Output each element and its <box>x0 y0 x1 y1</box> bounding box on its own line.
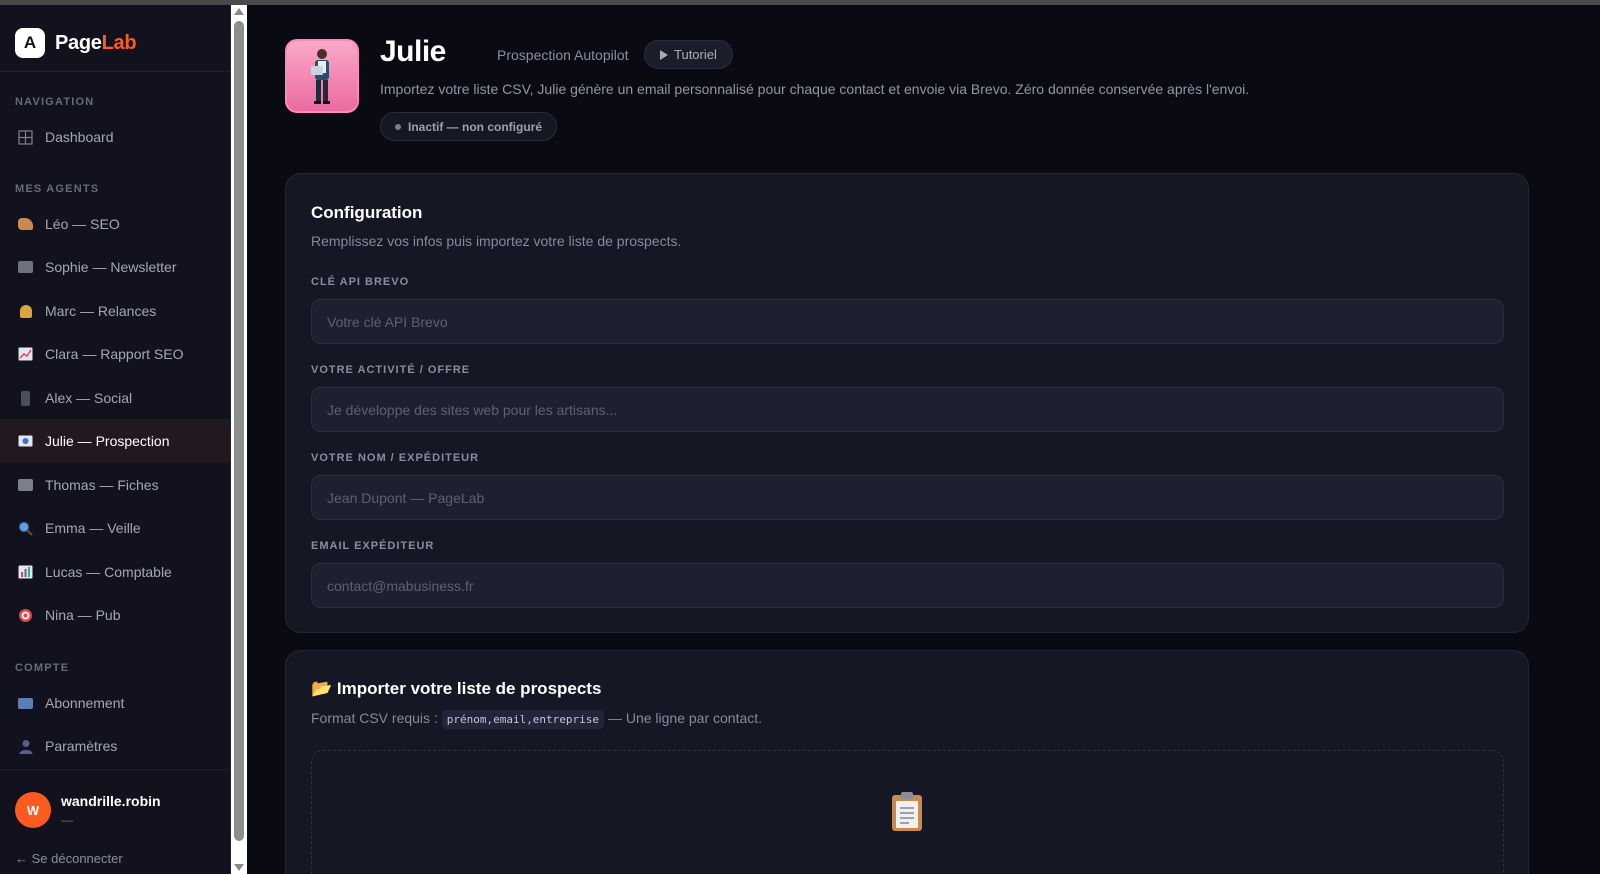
sidebar-item-label: Emma — Veille <box>45 520 141 536</box>
activity-label: VOTRE ACTIVITÉ / OFFRE <box>311 364 471 376</box>
scroll-thumb[interactable] <box>234 21 244 841</box>
writing-hand-icon <box>17 216 34 233</box>
agent-name: Julie <box>380 35 446 68</box>
main-content: Julie Prospection Autopilot Tutoriel Imp… <box>247 5 1600 874</box>
brand-logo[interactable]: A PageLab <box>15 27 137 59</box>
sidebar-item-label: Lucas — Comptable <box>45 564 172 580</box>
sidebar-item-marc[interactable]: Marc — Relances <box>0 289 230 333</box>
status-dot-icon <box>395 123 401 130</box>
activity-input[interactable] <box>311 387 1504 432</box>
csv-dropzone[interactable] <box>311 750 1504 874</box>
clipboard-icon <box>892 792 922 831</box>
sidebar-item-label: Sophie — Newsletter <box>45 259 177 275</box>
dart-target-icon <box>17 607 34 624</box>
sidebar-item-label: Nina — Pub <box>45 607 121 623</box>
bell-icon <box>17 303 34 320</box>
target-email-icon <box>17 433 34 450</box>
section-account: COMPTE <box>15 662 70 674</box>
sidebar-scrollbar[interactable] <box>231 5 247 874</box>
folder-icon: 📂 <box>311 679 333 698</box>
sidebar-item-label: Abonnement <box>45 695 125 711</box>
sidebar-item-label: Marc — Relances <box>45 303 157 319</box>
sidebar-item-lucas[interactable]: Lucas — Comptable <box>0 550 230 594</box>
brand-name: PageLab <box>55 31 137 54</box>
configuration-card: Configuration Remplissez vos infos puis … <box>285 173 1529 633</box>
sidebar-divider <box>0 71 230 72</box>
sender-name-label: VOTRE NOM / EXPÉDITEUR <box>311 452 480 464</box>
brevo-api-key-label: CLÉ API BREVO <box>311 276 410 288</box>
section-navigation: NAVIGATION <box>15 96 95 108</box>
tutorial-button[interactable]: Tutoriel <box>644 40 733 69</box>
grid-icon <box>17 129 34 146</box>
scroll-down-arrow-icon[interactable] <box>234 864 244 871</box>
configuration-subtitle: Remplissez vos infos puis importez votre… <box>311 233 682 249</box>
play-icon <box>660 49 668 60</box>
status-label: Inactif — non configuré <box>408 119 542 134</box>
logout-link[interactable]: ← Se déconnecter <box>15 851 123 866</box>
section-agents: MES AGENTS <box>15 183 100 195</box>
user-plan: — <box>61 813 73 827</box>
sidebar-item-label: Dashboard <box>45 129 114 145</box>
credit-card-icon <box>17 695 34 712</box>
sidebar-item-label: Paramètres <box>45 738 118 754</box>
sidebar-item-label: Alex — Social <box>45 390 133 406</box>
sidebar-item-dashboard[interactable]: Dashboard <box>0 115 230 159</box>
csv-format-code: prénom,email,entreprise <box>441 710 605 729</box>
agent-description: Importez votre liste CSV, Julie génère u… <box>380 81 1250 97</box>
sidebar-item-abonnement[interactable]: Abonnement <box>0 681 230 725</box>
sidebar: A PageLab NAVIGATION Dashboard MES AGENT… <box>0 5 231 874</box>
agent-avatar <box>285 39 359 113</box>
chart-up-icon <box>17 346 34 363</box>
sender-email-label: EMAIL EXPÉDITEUR <box>311 540 435 552</box>
sidebar-item-alex[interactable]: Alex — Social <box>0 376 230 420</box>
sidebar-item-label: Thomas — Fiches <box>45 477 159 493</box>
import-format-hint: Format CSV requis : prénom,email,entrepr… <box>311 710 762 729</box>
bar-chart-icon <box>17 564 34 581</box>
businesswoman-icon <box>311 49 330 104</box>
status-badge: Inactif — non configuré <box>380 112 557 141</box>
import-title: 📂 Importer votre liste de prospects <box>311 679 602 698</box>
sidebar-item-label: Julie — Prospection <box>45 433 170 449</box>
cards-icon <box>17 477 34 494</box>
sidebar-divider <box>0 769 230 770</box>
user-profile[interactable]: W wandrille.robin — <box>15 792 161 828</box>
sidebar-item-leo[interactable]: Léo — SEO <box>0 202 230 246</box>
sender-email-input[interactable] <box>311 563 1504 608</box>
sidebar-item-thomas[interactable]: Thomas — Fiches <box>0 463 230 507</box>
sidebar-item-label: Clara — Rapport SEO <box>45 346 184 362</box>
scroll-up-arrow-icon[interactable] <box>234 8 244 15</box>
sender-name-input[interactable] <box>311 475 1504 520</box>
configuration-title: Configuration <box>311 203 423 222</box>
tutorial-label: Tutoriel <box>674 47 717 62</box>
agent-role: Prospection Autopilot <box>497 47 629 63</box>
brevo-api-key-input[interactable] <box>311 299 1504 344</box>
sidebar-item-julie[interactable]: Julie — Prospection <box>0 419 230 463</box>
phone-icon <box>17 390 34 407</box>
sidebar-item-emma[interactable]: Emma — Veille <box>0 506 230 550</box>
user-name: wandrille.robin <box>61 793 161 809</box>
sidebar-item-sophie[interactable]: Sophie — Newsletter <box>0 245 230 289</box>
sidebar-item-label: Léo — SEO <box>45 216 120 232</box>
sidebar-item-nina[interactable]: Nina — Pub <box>0 593 230 637</box>
import-card: 📂 Importer votre liste de prospects Form… <box>285 650 1529 874</box>
sidebar-item-clara[interactable]: Clara — Rapport SEO <box>0 332 230 376</box>
sidebar-item-parametres[interactable]: Paramètres <box>0 724 230 768</box>
newspaper-icon <box>17 259 34 276</box>
brand-mark-icon: A <box>15 28 45 58</box>
avatar: W <box>15 792 51 828</box>
user-silhouette-icon <box>17 738 34 755</box>
magnifier-icon <box>17 520 34 537</box>
